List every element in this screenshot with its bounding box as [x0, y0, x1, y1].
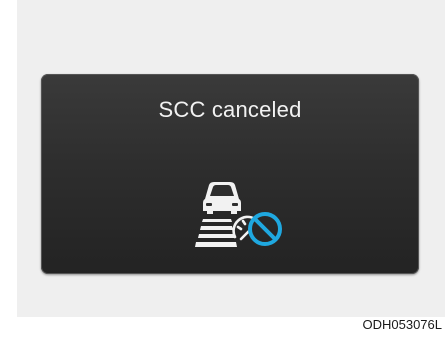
scc-canceled-icon — [195, 182, 282, 247]
vehicle-ahead-icon — [203, 182, 241, 214]
figure-code-label: ODH053076L — [362, 317, 443, 332]
scc-status-message: SCC canceled — [158, 97, 302, 122]
following-distance-bars-icon — [195, 219, 237, 247]
cluster-display-screen: SCC canceled — [41, 74, 419, 274]
prohibit-icon — [248, 212, 282, 246]
